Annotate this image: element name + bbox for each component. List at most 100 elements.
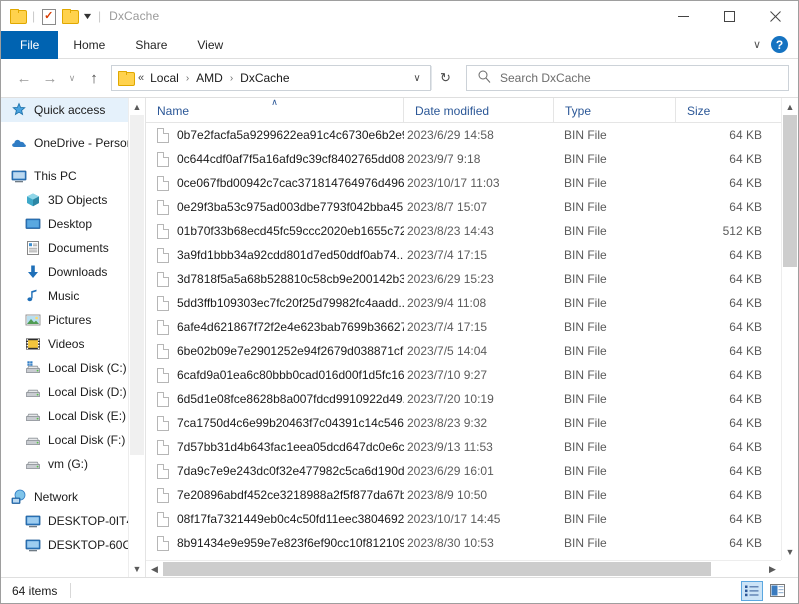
table-row[interactable]: 0c644cdf0af7f5a16afd9c39cf8402765dd08...… (146, 147, 798, 171)
properties-icon[interactable]: ✓ (41, 8, 57, 25)
file-name-cell[interactable]: 7d57bb31d4b643fac1eea05dcd647dc0e6c... (146, 435, 404, 459)
sidebar-item-music[interactable]: Music (1, 284, 128, 308)
minimize-button[interactable] (660, 1, 706, 31)
list-scroll-right-icon[interactable]: ▶ (764, 561, 781, 578)
breadcrumb-separator-icon-2[interactable]: › (223, 73, 240, 84)
search-box[interactable]: Search DxCache (466, 65, 789, 91)
file-name-cell[interactable]: 6be02b09e7e2901252e94f2679d038871cf7... (146, 339, 404, 363)
breadcrumb-item-amd[interactable]: AMD (196, 71, 223, 85)
table-row[interactable]: 0ce067fbd00942c7cac371814764976d496e... 2… (146, 171, 798, 195)
file-name-cell[interactable]: 6d5d1e08fce8628b8a007fdcd9910922d49... (146, 387, 404, 411)
list-scroll-up-icon[interactable]: ▲ (782, 98, 798, 115)
folder-icon[interactable] (10, 9, 27, 24)
table-row[interactable]: 8b91434e9e959e7e823f6ef90cc10f8121096...… (146, 531, 798, 555)
file-name-cell[interactable]: 3a9fd1bbb34a92cdd801d7ed50ddf0ab74... (146, 243, 404, 267)
table-row[interactable]: 3d7818f5a5a68b528810c58cb9e200142b3... 20… (146, 267, 798, 291)
recent-locations-button[interactable]: ∨ (63, 65, 81, 91)
tab-home[interactable]: Home (58, 31, 120, 59)
sidebar-item-documents[interactable]: Documents (1, 236, 128, 260)
search-input[interactable]: Search DxCache (500, 71, 591, 85)
table-row[interactable]: 01b70f33b68ecd45fc59ccc2020eb1655c72... 2… (146, 219, 798, 243)
help-icon[interactable]: ? (771, 36, 788, 53)
nav-scroll-down-icon[interactable]: ▼ (129, 560, 145, 577)
file-name-cell[interactable]: 0ce067fbd00942c7cac371814764976d496e... (146, 171, 404, 195)
table-row[interactable]: 08f17fa7321449eb0c4c50fd11eec3804692... 2… (146, 507, 798, 531)
sidebar-item-videos[interactable]: Videos (1, 332, 128, 356)
sidebar-item-quick-access[interactable]: Quick access (1, 98, 128, 122)
file-name-cell[interactable]: 6cafd9a01ea6c80bbb0cad016d00f1d5fc16... (146, 363, 404, 387)
table-row[interactable]: 6be02b09e7e2901252e94f2679d038871cf7... 2… (146, 339, 798, 363)
tab-view[interactable]: View (182, 31, 238, 59)
sidebar-item-desktop[interactable]: Desktop (1, 212, 128, 236)
new-folder-icon[interactable] (62, 9, 80, 24)
table-row[interactable]: 5dd3ffb109303ec7fc20f25d79982fc4aadd... 2… (146, 291, 798, 315)
file-name-cell[interactable]: 01b70f33b68ecd45fc59ccc2020eb1655c72... (146, 219, 404, 243)
qat-customize-chevron-icon[interactable]: ▼ (82, 11, 94, 21)
large-icons-view-button[interactable] (766, 581, 788, 601)
file-list-horizontal-scrollbar[interactable]: ◀ ▶ (146, 560, 781, 577)
maximize-button[interactable] (706, 1, 752, 31)
sidebar-item-local-disk-f[interactable]: Local Disk (F:) (1, 428, 128, 452)
file-name-cell[interactable]: 08f17fa7321449eb0c4c50fd11eec3804692... (146, 507, 404, 531)
forward-button[interactable]: → (37, 65, 63, 91)
table-row[interactable]: 7ca1750d4c6e99b20463f7c04391c14c5469... 2… (146, 411, 798, 435)
table-row[interactable]: 7e20896abdf452ce3218988a2f5f877da67b... 2… (146, 483, 798, 507)
sidebar-item-onedrive-personal[interactable]: OneDrive - Personal (1, 131, 128, 155)
file-name-cell[interactable]: 8b91434e9e959e7e823f6ef90cc10f8121096... (146, 531, 404, 555)
sidebar-item-downloads[interactable]: Downloads (1, 260, 128, 284)
back-button[interactable]: ← (11, 65, 37, 91)
column-header-name[interactable]: ∧ Name (146, 97, 404, 123)
table-row[interactable]: 0b7e2facfa5a9299622ea91c4c6730e6b2e9... 2… (146, 123, 798, 147)
breadcrumb-overflow-icon[interactable]: « (138, 72, 144, 84)
file-name-cell[interactable]: 7da9c7e9e243dc0f32e477982c5ca6d190d... (146, 459, 404, 483)
tab-file[interactable]: File (1, 31, 59, 59)
table-row[interactable]: 0e29f3ba53c975ad003dbe7793f042bba45... 20… (146, 195, 798, 219)
file-name-cell[interactable]: 0c644cdf0af7f5a16afd9c39cf8402765dd08... (146, 147, 404, 171)
nav-scroll-up-icon[interactable]: ▲ (129, 98, 145, 115)
file-name-cell[interactable]: 7e20896abdf452ce3218988a2f5f877da67b... (146, 483, 404, 507)
file-name-cell[interactable]: 3d7818f5a5a68b528810c58cb9e200142b3... (146, 267, 404, 291)
refresh-button[interactable]: ↻ (431, 66, 459, 90)
details-view-button[interactable] (741, 580, 763, 601)
column-header-type[interactable]: Type (554, 98, 676, 123)
table-row[interactable]: 3a9fd1bbb34a92cdd801d7ed50ddf0ab74... 202… (146, 243, 798, 267)
file-list-vertical-scrollbar[interactable]: ▲ ▼ (781, 98, 798, 560)
sidebar-item-desktop-0it4cf[interactable]: DESKTOP-0IT4CF (1, 509, 128, 533)
table-row[interactable]: 7da9c7e9e243dc0f32e477982c5ca6d190d... 20… (146, 459, 798, 483)
column-header-size[interactable]: Size (676, 98, 776, 123)
sidebar-item-network[interactable]: Network (1, 485, 128, 509)
collapse-ribbon-chevron-icon[interactable]: ∨ (753, 38, 761, 51)
navigation-scrollbar[interactable]: ▲ ▼ (128, 98, 145, 577)
nav-scroll-thumb[interactable] (130, 115, 144, 455)
table-row[interactable]: 6d5d1e08fce8628b8a007fdcd9910922d49... 20… (146, 387, 798, 411)
table-row[interactable]: 6afe4d621867f72f2e4e623bab7699b36627... 2… (146, 315, 798, 339)
up-button[interactable]: ↑ (81, 65, 107, 91)
table-row[interactable]: 6cafd9a01ea6c80bbb0cad016d00f1d5fc16... 2… (146, 363, 798, 387)
breadcrumb-separator-icon[interactable]: › (179, 73, 196, 84)
file-name-cell[interactable]: 5dd3ffb109303ec7fc20f25d79982fc4aadd... (146, 291, 404, 315)
sidebar-item-local-disk-d[interactable]: Local Disk (D:) (1, 380, 128, 404)
breadcrumb-item-dxcache[interactable]: DxCache (240, 71, 289, 85)
sidebar-item-local-disk-e[interactable]: Local Disk (E:) (1, 404, 128, 428)
list-scroll-left-icon[interactable]: ◀ (146, 561, 163, 578)
list-hscroll-thumb[interactable] (163, 562, 711, 576)
column-header-date-modified[interactable]: Date modified (404, 98, 554, 123)
sidebar-item-pictures[interactable]: Pictures (1, 308, 128, 332)
close-button[interactable] (752, 1, 798, 31)
sidebar-item-desktop-60c43[interactable]: DESKTOP-60C43 (1, 533, 128, 557)
list-scroll-thumb[interactable] (783, 115, 797, 267)
list-scroll-down-icon[interactable]: ▼ (782, 543, 798, 560)
tab-share[interactable]: Share (120, 31, 182, 59)
file-name-cell[interactable]: 0e29f3ba53c975ad003dbe7793f042bba45... (146, 195, 404, 219)
breadcrumb-dropdown-icon[interactable]: ∨ (406, 66, 428, 90)
file-name-cell[interactable]: 0b7e2facfa5a9299622ea91c4c6730e6b2e9... (146, 123, 404, 147)
sidebar-item-vm-g[interactable]: vm (G:) (1, 452, 128, 476)
file-name-cell[interactable]: 6afe4d621867f72f2e4e623bab7699b36627... (146, 315, 404, 339)
sidebar-item-local-disk-c[interactable]: Local Disk (C:) (1, 356, 128, 380)
sidebar-item-this-pc[interactable]: This PC (1, 164, 128, 188)
sidebar-item-3d-objects[interactable]: 3D Objects (1, 188, 128, 212)
breadcrumb-item-local[interactable]: Local (150, 71, 179, 85)
address-breadcrumb-bar[interactable]: « Local › AMD › DxCache ∨ (111, 65, 431, 91)
file-name-cell[interactable]: 7ca1750d4c6e99b20463f7c04391c14c5469... (146, 411, 404, 435)
table-row[interactable]: 7d57bb31d4b643fac1eea05dcd647dc0e6c... 20… (146, 435, 798, 459)
